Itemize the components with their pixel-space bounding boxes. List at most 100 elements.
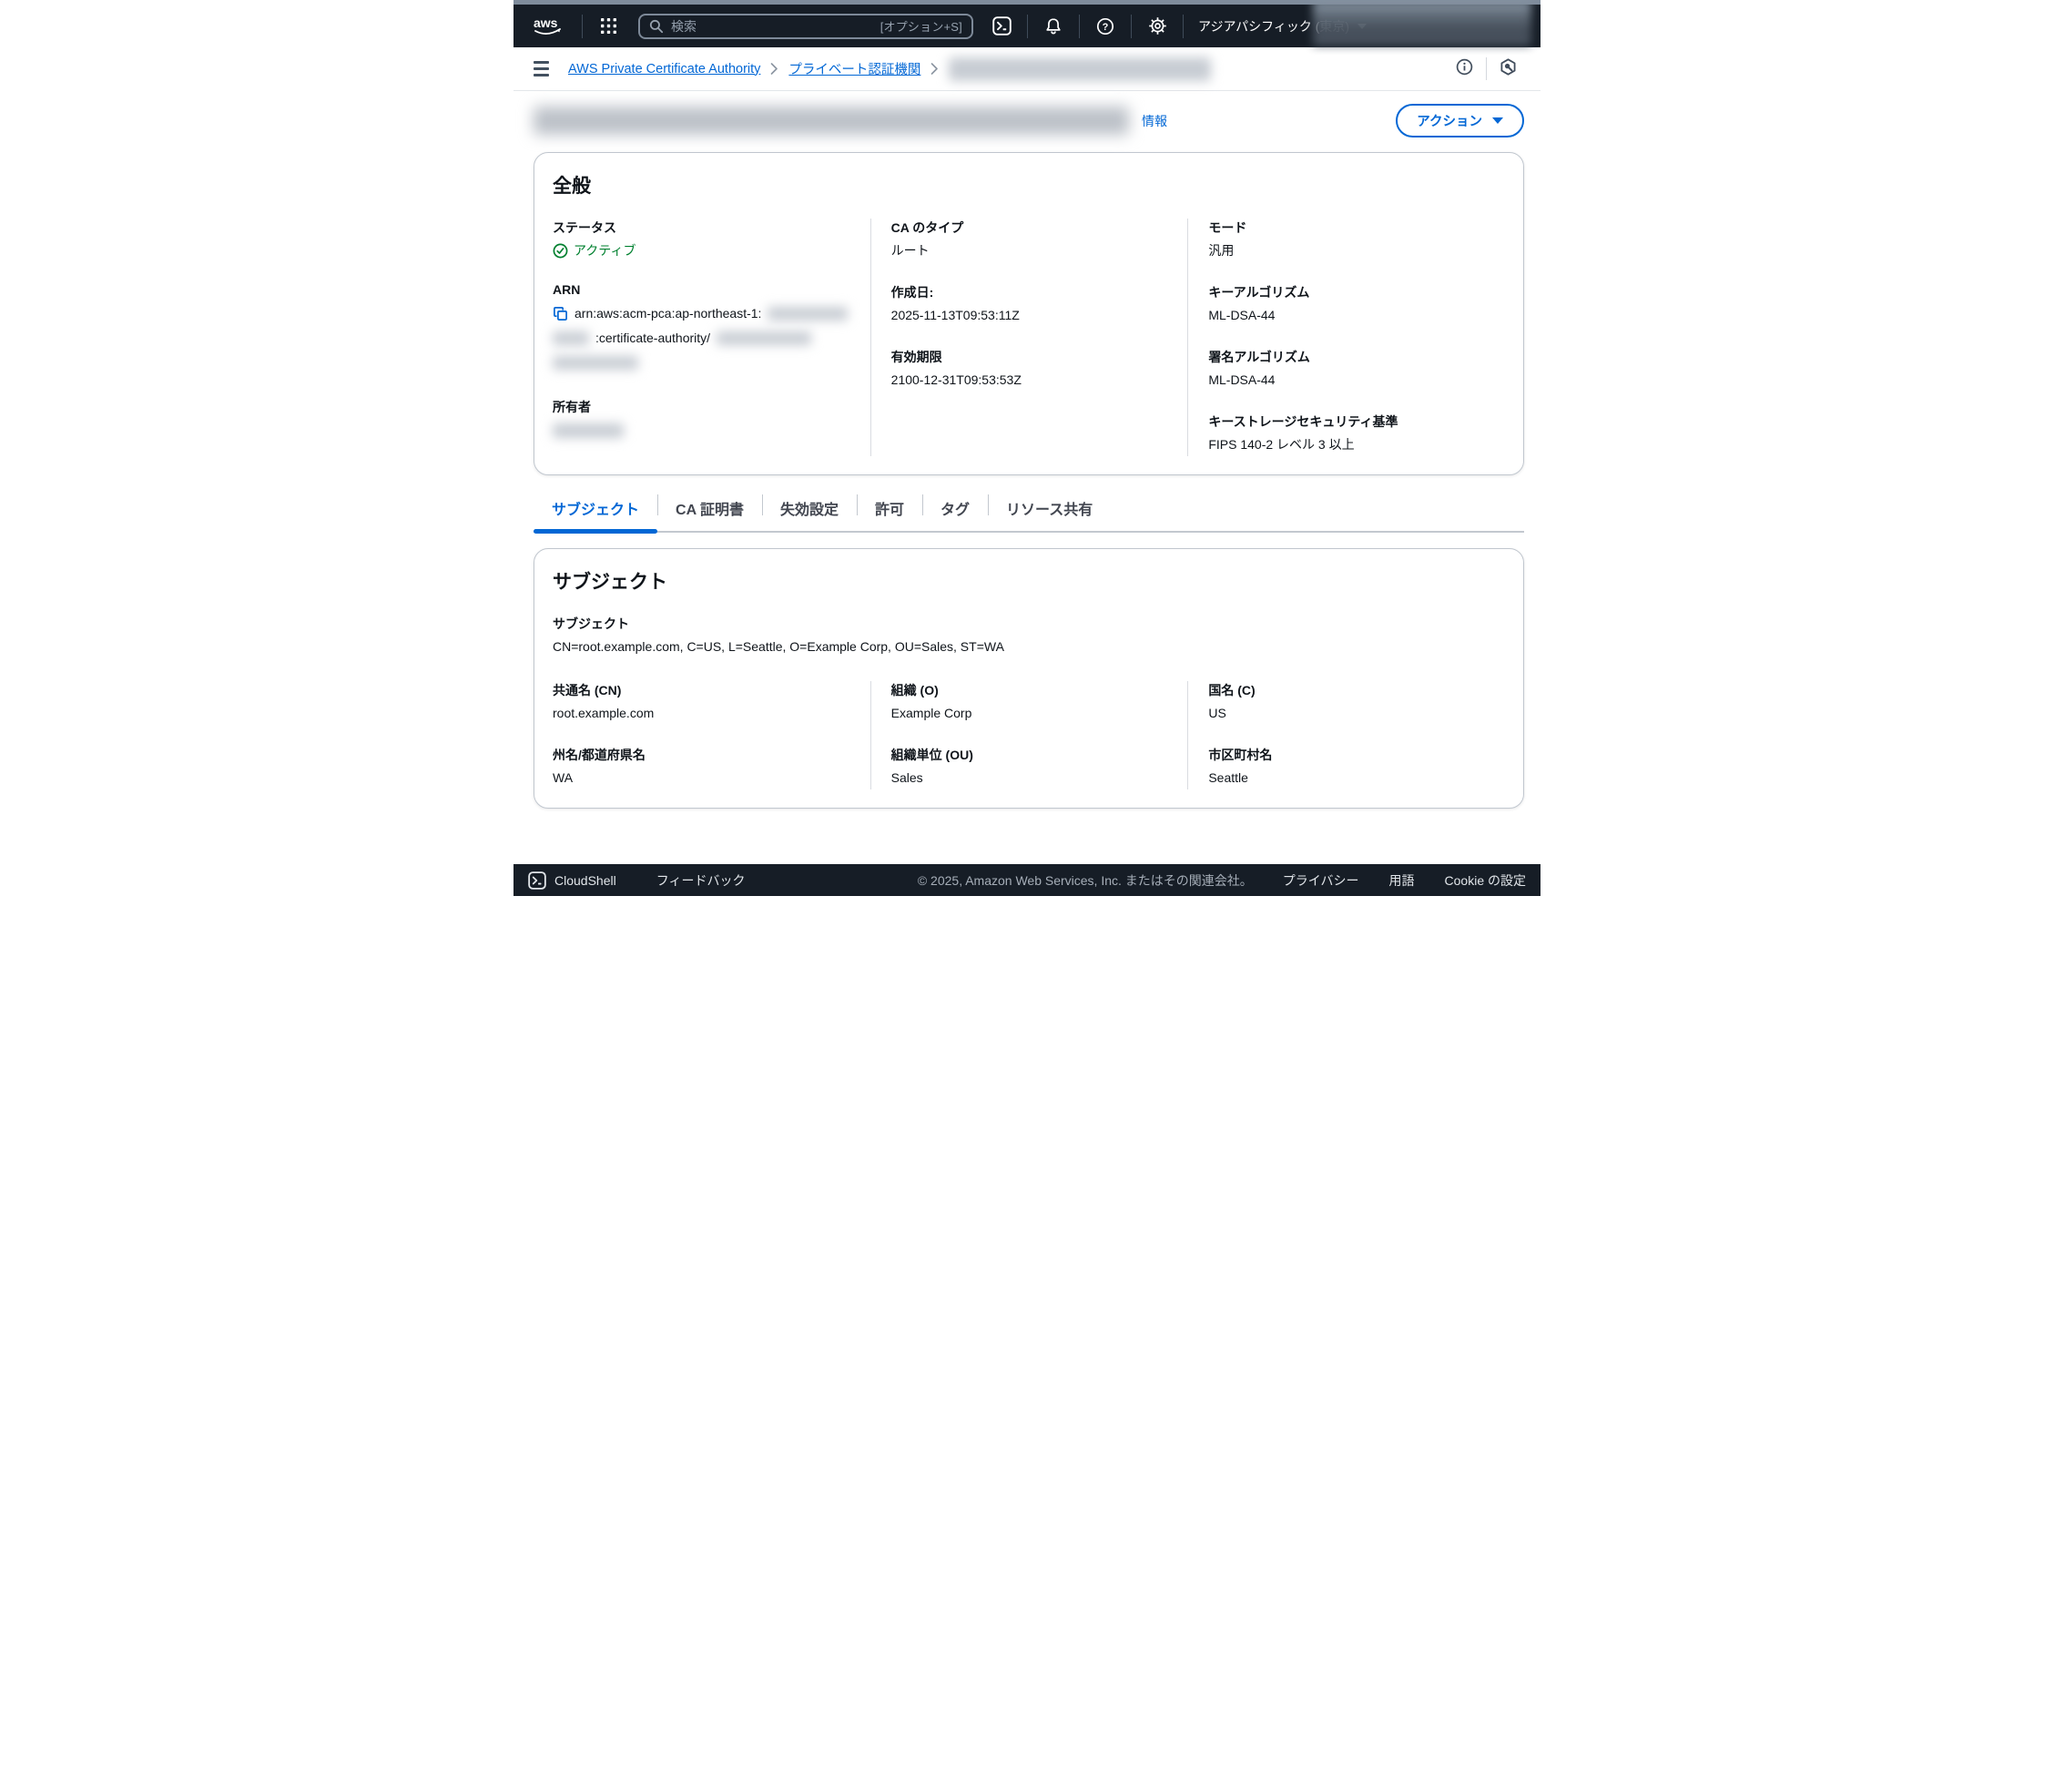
arn-label: ARN bbox=[553, 282, 850, 297]
key-algorithm-label: キーアルゴリズム bbox=[1208, 283, 1485, 301]
check-circle-icon bbox=[553, 243, 568, 259]
organization-label: 組織 (O) bbox=[891, 681, 1168, 699]
copyright-text: © 2025, Amazon Web Services, Inc. またはその関… bbox=[918, 871, 1253, 890]
city-field: 市区町村名 Seattle bbox=[1208, 746, 1485, 788]
svg-text:aws: aws bbox=[534, 15, 558, 30]
tab-subject[interactable]: サブジェクト bbox=[534, 490, 657, 531]
status-badge: アクティブ bbox=[553, 241, 850, 260]
detail-tabs: サブジェクト CA 証明書 失効設定 許可 タグ リソース共有 bbox=[534, 490, 1524, 533]
search-shortcut-hint: [オプション+S] bbox=[880, 17, 962, 35]
tab-resource-sharing[interactable]: リソース共有 bbox=[988, 490, 1111, 531]
help-icon[interactable]: ? bbox=[1090, 17, 1121, 36]
mode-field: モード 汎用 bbox=[1208, 219, 1485, 260]
owner-field: 所有者 bbox=[553, 398, 850, 443]
mode-label: モード bbox=[1208, 219, 1485, 237]
resource-explorer-icon[interactable] bbox=[1500, 58, 1517, 80]
subject-column-1: 共通名 (CN) root.example.com 州名/都道府県名 WA bbox=[553, 681, 870, 789]
city-value: Seattle bbox=[1208, 769, 1485, 788]
actions-dropdown-button[interactable]: アクション bbox=[1396, 104, 1524, 137]
side-nav-toggle-icon[interactable] bbox=[534, 61, 549, 76]
status-value: アクティブ bbox=[574, 241, 636, 260]
tab-revocation[interactable]: 失効設定 bbox=[762, 490, 857, 531]
chevron-down-icon bbox=[1492, 117, 1503, 124]
subject-string-value: CN=root.example.com, C=US, L=Seattle, O=… bbox=[553, 637, 1505, 657]
nav-divider bbox=[1027, 15, 1028, 38]
signing-algorithm-value: ML-DSA-44 bbox=[1208, 371, 1485, 390]
tab-tags[interactable]: タグ bbox=[922, 490, 988, 531]
arn-id-redacted bbox=[717, 331, 811, 345]
country-value: US bbox=[1208, 704, 1485, 723]
search-placeholder: 検索 bbox=[671, 17, 697, 36]
arn-field: ARN arn:aws:acm-pca:ap-northeast-1: bbox=[553, 282, 850, 375]
terms-link[interactable]: 用語 bbox=[1389, 871, 1415, 890]
key-storage-value: FIPS 140-2 レベル 3 以上 bbox=[1208, 435, 1485, 454]
cloudshell-label: CloudShell bbox=[554, 873, 616, 888]
organizational-unit-value: Sales bbox=[891, 769, 1168, 788]
feedback-link[interactable]: フィードバック bbox=[656, 871, 746, 890]
icon-divider bbox=[1486, 57, 1487, 80]
country-label: 国名 (C) bbox=[1208, 681, 1485, 699]
privacy-link[interactable]: プライバシー bbox=[1283, 871, 1359, 890]
chevron-right-icon bbox=[930, 63, 939, 75]
status-field: ステータス アクティブ bbox=[553, 219, 850, 260]
subject-string-field: サブジェクト CN=root.example.com, C=US, L=Seat… bbox=[553, 615, 1505, 657]
arn-value-middle: :certificate-authority/ bbox=[595, 329, 710, 348]
page-title-ca-id-redacted bbox=[534, 107, 1129, 135]
notifications-bell-icon[interactable] bbox=[1038, 17, 1069, 36]
console-footer: CloudShell フィードバック © 2025, Amazon Web Se… bbox=[514, 864, 1540, 896]
subject-column-2: 組織 (O) Example Corp 組織単位 (OU) Sales bbox=[870, 681, 1188, 789]
status-label: ステータス bbox=[553, 219, 850, 237]
organizational-unit-label: 組織単位 (OU) bbox=[891, 746, 1168, 764]
ca-type-field: CA のタイプ ルート bbox=[891, 219, 1168, 260]
top-navigation-bar: aws 検索 [オプション+S] bbox=[514, 5, 1540, 47]
info-icon[interactable] bbox=[1456, 58, 1473, 80]
arn-value-prefix: arn:aws:acm-pca:ap-northeast-1: bbox=[575, 304, 761, 323]
common-name-field: 共通名 (CN) root.example.com bbox=[553, 681, 850, 723]
common-name-label: 共通名 (CN) bbox=[553, 681, 850, 699]
general-panel-title: 全般 bbox=[553, 171, 1505, 199]
global-search-input[interactable]: 検索 [オプション+S] bbox=[638, 14, 973, 39]
subject-string-label: サブジェクト bbox=[553, 615, 1505, 633]
services-grid-icon[interactable] bbox=[593, 18, 624, 34]
cloudshell-button[interactable]: CloudShell bbox=[528, 871, 616, 890]
cloudshell-icon[interactable] bbox=[986, 16, 1017, 36]
key-storage-label: キーストレージセキュリティ基準 bbox=[1208, 412, 1485, 431]
key-algorithm-value: ML-DSA-44 bbox=[1208, 306, 1485, 325]
expiry-field: 有効期限 2100-12-31T09:53:53Z bbox=[891, 348, 1168, 390]
city-label: 市区町村名 bbox=[1208, 746, 1485, 764]
actions-button-label: アクション bbox=[1417, 111, 1482, 130]
aws-console-window: aws 検索 [オプション+S] bbox=[514, 0, 1540, 896]
aws-logo-icon: aws bbox=[532, 15, 566, 38]
owner-value-redacted bbox=[553, 423, 624, 438]
general-column-1: ステータス アクティブ ARN bbox=[553, 219, 870, 456]
ca-type-label: CA のタイプ bbox=[891, 219, 1168, 237]
created-value: 2025-11-13T09:53:11Z bbox=[891, 306, 1168, 325]
breadcrumb-ca-id-redacted bbox=[949, 57, 1211, 81]
subject-panel: サブジェクト サブジェクト CN=root.example.com, C=US,… bbox=[534, 548, 1524, 809]
ca-type-value: ルート bbox=[891, 241, 1168, 260]
settings-gear-icon[interactable] bbox=[1142, 16, 1173, 36]
state-field: 州名/都道府県名 WA bbox=[553, 746, 850, 788]
owner-label: 所有者 bbox=[553, 398, 850, 416]
general-panel: 全般 ステータス アクティブ ARN bbox=[534, 152, 1524, 475]
copy-icon[interactable] bbox=[553, 306, 568, 321]
cookie-settings-link[interactable]: Cookie の設定 bbox=[1445, 871, 1526, 890]
account-menu-redacted[interactable] bbox=[1313, 0, 1531, 46]
signing-algorithm-field: 署名アルゴリズム ML-DSA-44 bbox=[1208, 348, 1485, 390]
arn-account-redacted bbox=[768, 307, 848, 321]
key-storage-field: キーストレージセキュリティ基準 FIPS 140-2 レベル 3 以上 bbox=[1208, 412, 1485, 454]
subject-panel-title: サブジェクト bbox=[553, 567, 1505, 595]
content-spacer bbox=[514, 809, 1540, 864]
tab-ca-certificate[interactable]: CA 証明書 bbox=[657, 490, 762, 531]
aws-logo[interactable]: aws bbox=[526, 15, 572, 38]
info-link[interactable]: 情報 bbox=[1142, 112, 1167, 130]
organizational-unit-field: 組織単位 (OU) Sales bbox=[891, 746, 1168, 788]
country-field: 国名 (C) US bbox=[1208, 681, 1485, 723]
nav-divider bbox=[582, 15, 583, 38]
expiry-label: 有効期限 bbox=[891, 348, 1168, 366]
state-value: WA bbox=[553, 769, 850, 788]
breadcrumb-private-ca-link[interactable]: プライベート認証機関 bbox=[788, 59, 920, 78]
tab-permissions[interactable]: 許可 bbox=[857, 490, 922, 531]
nav-divider bbox=[1183, 15, 1184, 38]
breadcrumb-service-link[interactable]: AWS Private Certificate Authority bbox=[568, 62, 760, 76]
